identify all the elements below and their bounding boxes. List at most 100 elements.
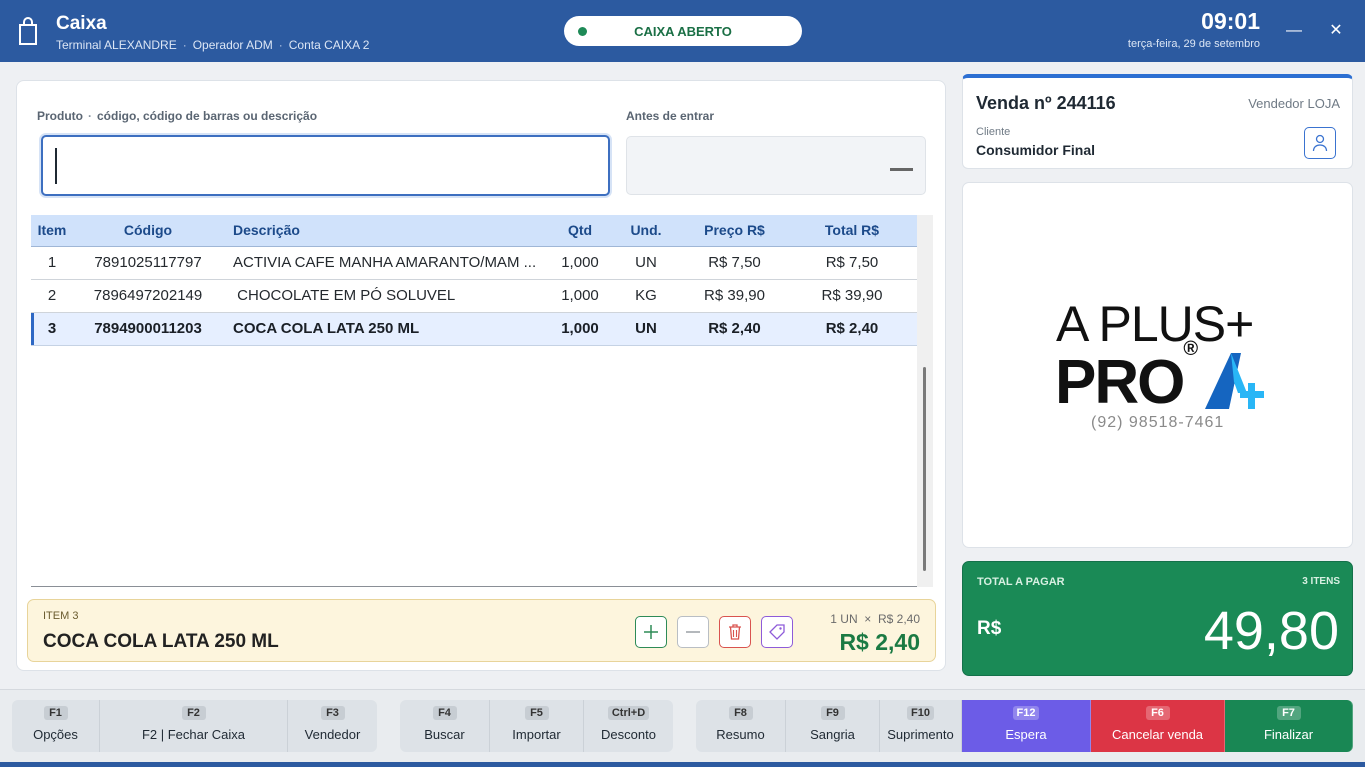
cell-price: R$ 39,90 <box>682 279 787 313</box>
current-item-total: R$ 2,40 <box>839 629 920 655</box>
items-table-container: Item Código Descrição Qtd Und. Preço R$ … <box>31 215 932 587</box>
sale-items-panel: Produto · código, código de barras ou desc… <box>16 80 946 671</box>
cell-code: 7891025117797 <box>73 246 223 280</box>
operator-label: Operador ADM <box>192 38 273 52</box>
cell-total: R$ 2,40 <box>787 312 917 346</box>
table-row-selected[interactable]: 3 7894900011203 COCA COLA LATA 250 ML 1,… <box>31 312 917 346</box>
cell-item: 1 <box>31 246 73 280</box>
col-header-item[interactable]: Item <box>31 215 73 247</box>
button-label: Resumo <box>716 727 765 742</box>
cell-total: R$ 39,90 <box>787 279 917 313</box>
shortcut-badge: F1 <box>43 706 68 720</box>
cell-qty: 1,000 <box>550 246 610 280</box>
import-button[interactable]: F5 Importar <box>490 700 584 752</box>
logo-pro-text: PRO <box>1055 348 1185 417</box>
registered-mark: ® <box>1183 338 1198 361</box>
button-label: Finalizar <box>1263 727 1314 742</box>
button-label: Desconto <box>601 727 656 742</box>
clock: 09:01 <box>1201 8 1260 34</box>
account-label: Conta CAIXA 2 <box>288 38 370 52</box>
cell-unit: KG <box>610 279 682 313</box>
cell-price: R$ 2,40 <box>682 312 787 346</box>
search-button[interactable]: F4 Buscar <box>400 700 490 752</box>
col-header-description[interactable]: Descrição <box>223 215 550 247</box>
scrollbar-thumb[interactable] <box>923 367 926 571</box>
logo-line2: PRO® <box>1055 338 1198 418</box>
session-info: Terminal ALEXANDRE · Operador ADM · Cont… <box>56 38 369 52</box>
logo-phone: (92) 98518-7461 <box>1091 414 1225 431</box>
col-header-price[interactable]: Preço R$ <box>682 215 787 247</box>
shortcut-badge: F4 <box>432 706 457 720</box>
minus-icon <box>686 631 700 633</box>
title-bar: Caixa Terminal ALEXANDRE · Operador ADM … <box>0 0 1365 62</box>
logo-a-plus-icon <box>1205 353 1264 409</box>
button-label: Suprimento <box>887 727 954 742</box>
sale-info-card: Venda nº 244116 Vendedor LOJA Cliente Co… <box>962 74 1353 169</box>
separator: · <box>182 38 187 52</box>
summary-button[interactable]: F8 Resumo <box>696 700 786 752</box>
register-status-badge: CAIXA ABERTO <box>564 16 802 46</box>
discount-button[interactable]: Ctrl+D Desconto <box>584 700 673 752</box>
register-status-text: CAIXA ABERTO <box>634 23 732 39</box>
minimize-button[interactable]: — <box>1283 20 1305 42</box>
shortcut-badge: F7 <box>1276 706 1301 720</box>
decrease-qty-button[interactable] <box>677 616 709 648</box>
button-label: F2 | Fechar Caixa <box>141 727 246 742</box>
table-scrollbar[interactable] <box>917 215 933 587</box>
product-input[interactable] <box>43 137 608 194</box>
withdrawal-button[interactable]: F9 Sangria <box>786 700 880 752</box>
col-header-qty[interactable]: Qtd <box>550 215 610 247</box>
table-row[interactable]: 1 7891025117797 ACTIVIA CAFE MANHA AMARA… <box>31 246 917 280</box>
client-name: Consumidor Final <box>976 142 1095 158</box>
trash-icon <box>729 624 741 640</box>
product-field-label: Produto · código, código de barras ou desc… <box>37 109 317 123</box>
button-label: Sangria <box>810 727 855 742</box>
finish-sale-button[interactable]: F7 Finalizar <box>1225 700 1353 752</box>
button-label: Vendedor <box>304 727 361 742</box>
bottom-accent-bar <box>0 762 1365 767</box>
items-count: 3 ITENS <box>1302 576 1340 587</box>
logo-line1: A PLUS+ <box>1056 296 1254 352</box>
total-currency: R$ <box>977 618 1002 639</box>
col-header-unit[interactable]: Und. <box>610 215 682 247</box>
shortcut-badge: F9 <box>820 706 845 720</box>
separator: · <box>88 109 92 123</box>
product-search-field[interactable] <box>41 135 610 196</box>
current-item-tag: ITEM 3 <box>43 610 79 622</box>
button-label: Cancelar venda <box>1111 727 1204 742</box>
shortcut-badge: F2 <box>181 706 206 720</box>
total-value: 49,80 <box>1203 601 1339 661</box>
sale-number: Venda nº 244116 <box>976 93 1116 113</box>
shopping-bag-icon <box>19 17 37 45</box>
increase-qty-button[interactable] <box>635 616 667 648</box>
cell-code: 7894900011203 <box>73 312 223 346</box>
seller-button[interactable]: F3 Vendedor <box>288 700 377 752</box>
current-item-name: COCA COLA LATA 250 ML <box>43 631 279 652</box>
current-item-calc: 1 UN × R$ 2,40 <box>830 612 920 626</box>
remove-item-button[interactable] <box>719 616 751 648</box>
hold-sale-button[interactable]: F12 Espera <box>962 700 1091 752</box>
status-dot-icon <box>578 27 587 36</box>
item-discount-button[interactable] <box>761 616 793 648</box>
button-label: Espera <box>1005 727 1047 742</box>
table-row[interactable]: 2 7896497202149 CHOCOLATE EM PÓ SOLUVEL … <box>31 279 917 313</box>
button-label: Importar <box>512 727 561 742</box>
preview-box <box>626 136 926 195</box>
company-logo-card: A PLUS+ PRO® (92) 98518-7461 <box>962 182 1353 548</box>
shortcut-badge: F5 <box>524 706 549 720</box>
options-button[interactable]: F1 Opções <box>12 700 100 752</box>
current-item-panel: ITEM 3 COCA COLA LATA 250 ML 1 UN × R$ 2… <box>27 599 936 662</box>
close-register-button[interactable]: F2 F2 | Fechar Caixa <box>100 700 288 752</box>
button-label: Opções <box>33 727 78 742</box>
cell-unit: UN <box>610 246 682 280</box>
button-label: Buscar <box>424 727 465 742</box>
cancel-sale-button[interactable]: F6 Cancelar venda <box>1091 700 1225 752</box>
preview-label: Antes de entrar <box>626 109 715 123</box>
terminal-label: Terminal ALEXANDRE <box>56 38 177 52</box>
shortcut-badge: F10 <box>907 706 934 720</box>
supply-button[interactable]: F10 Suprimento <box>880 700 962 752</box>
close-button[interactable]: ✕ <box>1325 20 1347 42</box>
col-header-code[interactable]: Código <box>73 215 223 247</box>
col-header-total[interactable]: Total R$ <box>787 215 917 247</box>
select-client-button[interactable] <box>1304 127 1336 159</box>
